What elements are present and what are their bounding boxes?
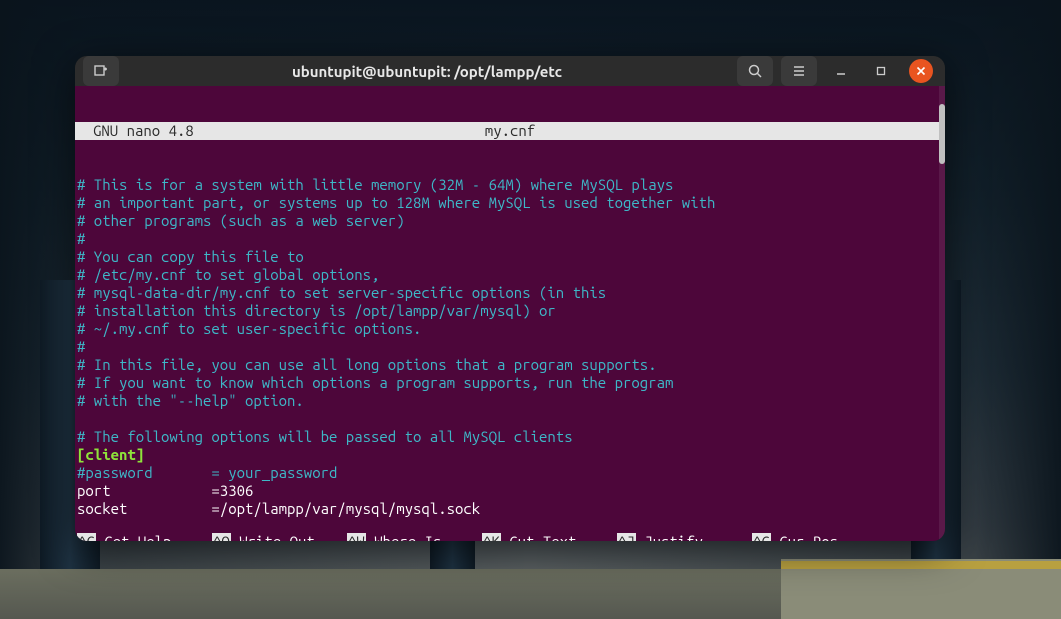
minimize-button[interactable] <box>829 59 853 83</box>
nano-filename: my.cnf <box>75 122 945 140</box>
shortcut-label: Justify <box>636 533 703 541</box>
file-line: # mysql-data-dir/my.cnf to set server-sp… <box>77 284 937 302</box>
file-line: # /etc/my.cnf to set global options, <box>77 266 937 284</box>
shortcut-label: Where Is <box>366 533 442 541</box>
hamburger-icon <box>791 63 807 79</box>
nano-shortcut: ^W Where Is <box>347 533 482 541</box>
menu-button[interactable] <box>781 56 817 86</box>
file-line: [client] <box>77 446 937 464</box>
file-line: # This is for a system with little memor… <box>77 176 937 194</box>
maximize-icon <box>876 66 886 76</box>
shortcut-key: ^J <box>617 533 636 541</box>
file-line: # other programs (such as a web server) <box>77 212 937 230</box>
shortcut-key: ^K <box>482 533 501 541</box>
maximize-button[interactable] <box>869 59 893 83</box>
scrollbar-thumb[interactable] <box>939 104 945 164</box>
file-line: # In this file, you can use all long opt… <box>77 356 937 374</box>
close-icon <box>916 66 926 76</box>
shortcut-label: Cur Pos <box>771 533 838 541</box>
file-line: # <box>77 230 937 248</box>
new-tab-button[interactable] <box>83 56 119 86</box>
search-button[interactable] <box>737 56 773 86</box>
new-tab-icon <box>93 63 109 79</box>
nano-header: GNU nano 4.8 my.cnf <box>75 122 939 140</box>
file-line: # <box>77 338 937 356</box>
file-line: # If you want to know which options a pr… <box>77 374 937 392</box>
shortcut-key: ^G <box>77 533 96 541</box>
minimize-icon <box>836 66 846 76</box>
terminal-content[interactable]: GNU nano 4.8 my.cnf # This is for a syst… <box>75 86 939 541</box>
bg-platform-edge <box>781 561 1061 569</box>
shortcut-key: ^O <box>212 533 231 541</box>
nano-shortcut: ^K Cut Text <box>482 533 617 541</box>
nano-shortcut: ^O Write Out <box>212 533 347 541</box>
shortcut-label: Cut Text <box>501 533 577 541</box>
file-line: # with the "--help" option. <box>77 392 937 410</box>
file-line: #password = your_password <box>77 464 937 482</box>
scrollbar[interactable] <box>939 86 945 541</box>
nano-shortcuts-row: ^G Get Help^O Write Out^W Where Is^K Cut… <box>77 533 937 541</box>
shortcut-label: Get Help <box>96 533 172 541</box>
nano-shortcuts: ^G Get Help^O Write Out^W Where Is^K Cut… <box>75 497 939 541</box>
file-line: # The following options will be passed t… <box>77 428 937 446</box>
file-line <box>77 410 937 428</box>
close-button[interactable] <box>909 59 933 83</box>
nano-shortcut: ^C Cur Pos <box>752 533 887 541</box>
window-title: ubuntupit@ubuntupit: /opt/lampp/etc <box>123 63 731 80</box>
file-line: # You can copy this file to <box>77 248 937 266</box>
nano-version: GNU nano 4.8 <box>77 122 194 140</box>
search-icon <box>747 63 763 79</box>
nano-shortcut: ^G Get Help <box>77 533 212 541</box>
nano-shortcut: ^J Justify <box>617 533 752 541</box>
titlebar: ubuntupit@ubuntupit: /opt/lampp/etc <box>75 56 945 86</box>
file-line: # an important part, or systems up to 12… <box>77 194 937 212</box>
terminal-body[interactable]: GNU nano 4.8 my.cnf # This is for a syst… <box>75 86 945 541</box>
terminal-window: ubuntupit@ubuntupit: /opt/lampp/etc <box>75 56 945 541</box>
shortcut-label: Write Out <box>231 533 315 541</box>
file-line: # installation this directory is /opt/la… <box>77 302 937 320</box>
shortcut-key: ^C <box>752 533 771 541</box>
file-content: # This is for a system with little memor… <box>75 176 939 518</box>
file-line: # ~/.my.cnf to set user-specific options… <box>77 320 937 338</box>
shortcut-key: ^W <box>347 533 366 541</box>
